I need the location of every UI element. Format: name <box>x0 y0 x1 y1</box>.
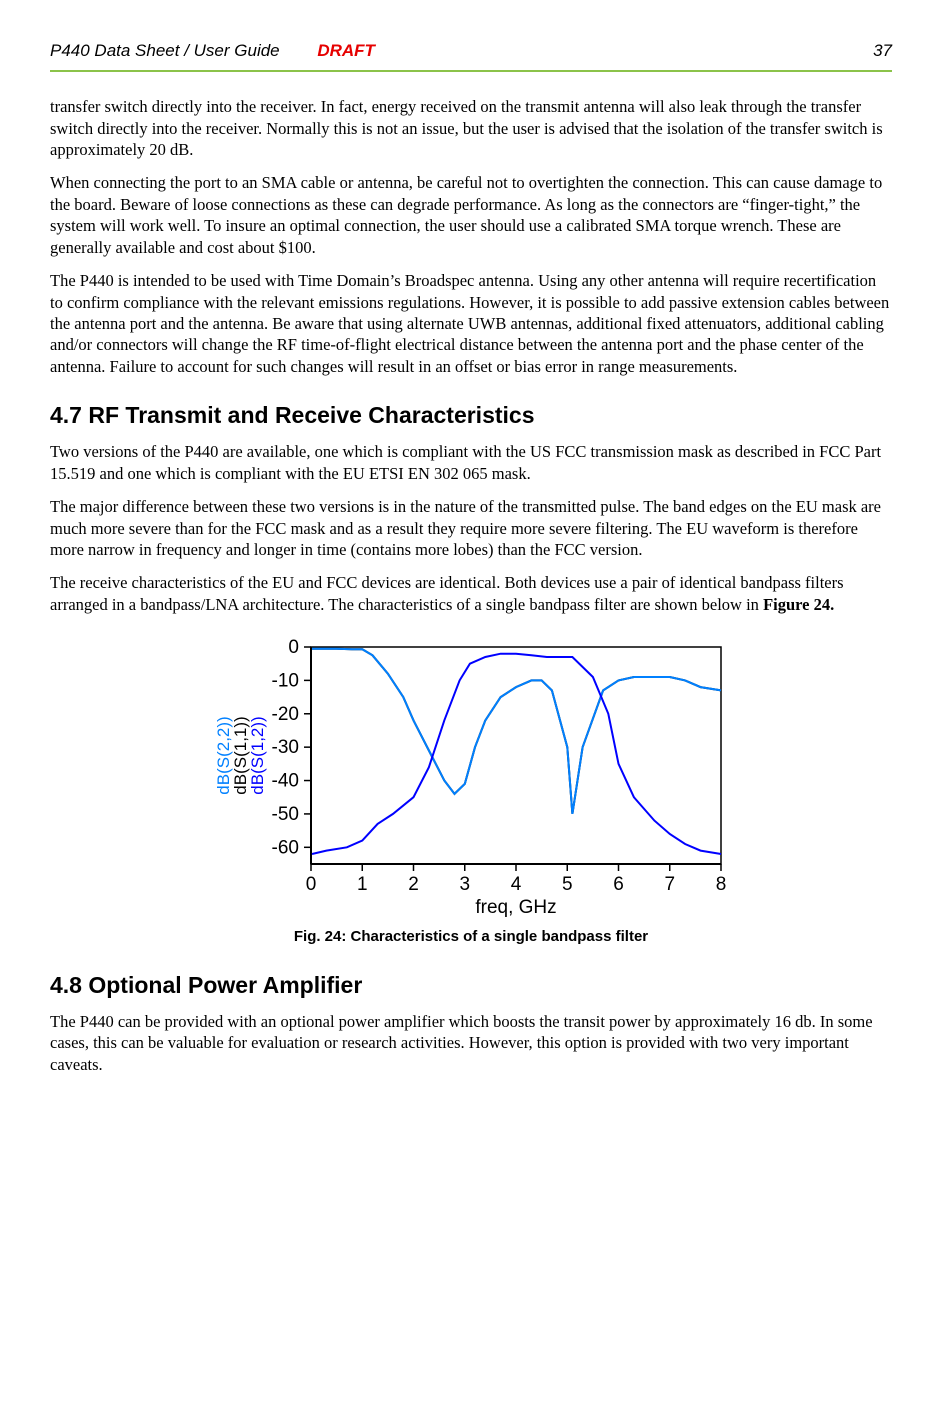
section-heading-4-8: 4.8 Optional Power Amplifier <box>50 971 892 1001</box>
svg-text:8: 8 <box>716 874 727 895</box>
page-header: P440 Data Sheet / User Guide DRAFT 37 <box>50 40 892 62</box>
header-draft-label: DRAFT <box>317 40 604 62</box>
body-text: The receive characteristics of the EU an… <box>50 573 844 613</box>
svg-text:-40: -40 <box>272 771 299 792</box>
body-paragraph: The P440 can be provided with an optiona… <box>50 1011 892 1075</box>
svg-text:0: 0 <box>288 637 299 658</box>
header-title: P440 Data Sheet / User Guide <box>50 40 337 62</box>
svg-text:-30: -30 <box>272 737 299 758</box>
header-page-number: 37 <box>605 40 892 62</box>
body-paragraph: Two versions of the P440 are available, … <box>50 441 892 484</box>
svg-text:dB(S(1,2)): dB(S(1,2)) <box>248 717 267 795</box>
svg-text:2: 2 <box>408 874 419 895</box>
svg-text:3: 3 <box>459 874 470 895</box>
body-paragraph: transfer switch directly into the receiv… <box>50 96 892 160</box>
body-paragraph: The P440 is intended to be used with Tim… <box>50 270 892 377</box>
svg-text:freq, GHz: freq, GHz <box>475 897 556 918</box>
body-paragraph: The major difference between these two v… <box>50 496 892 560</box>
svg-text:7: 7 <box>664 874 675 895</box>
body-paragraph: The receive characteristics of the EU an… <box>50 572 892 615</box>
figure-24: 0 1 2 3 4 5 6 7 8 0 -10 -20 -30 -40 -50 -60 freq, GHz dB(… <box>50 629 892 947</box>
section-heading-4-7: 4.7 RF Transmit and Receive Characterist… <box>50 401 892 431</box>
body-paragraph: When connecting the port to an SMA cable… <box>50 172 892 258</box>
figure-ref: Figure 24. <box>763 595 834 614</box>
svg-text:-50: -50 <box>272 804 299 825</box>
svg-text:6: 6 <box>613 874 624 895</box>
svg-text:5: 5 <box>562 874 573 895</box>
svg-text:-20: -20 <box>272 704 299 725</box>
figure-caption: Fig. 24: Characteristics of a single ban… <box>50 927 892 947</box>
bandpass-filter-chart: 0 1 2 3 4 5 6 7 8 0 -10 -20 -30 -40 -50 -60 freq, GHz dB(… <box>201 629 741 919</box>
svg-text:1: 1 <box>357 874 368 895</box>
svg-text:4: 4 <box>511 874 522 895</box>
svg-text:-60: -60 <box>272 838 299 859</box>
svg-text:-10: -10 <box>272 671 299 692</box>
header-divider <box>50 70 892 72</box>
svg-text:0: 0 <box>306 874 317 895</box>
